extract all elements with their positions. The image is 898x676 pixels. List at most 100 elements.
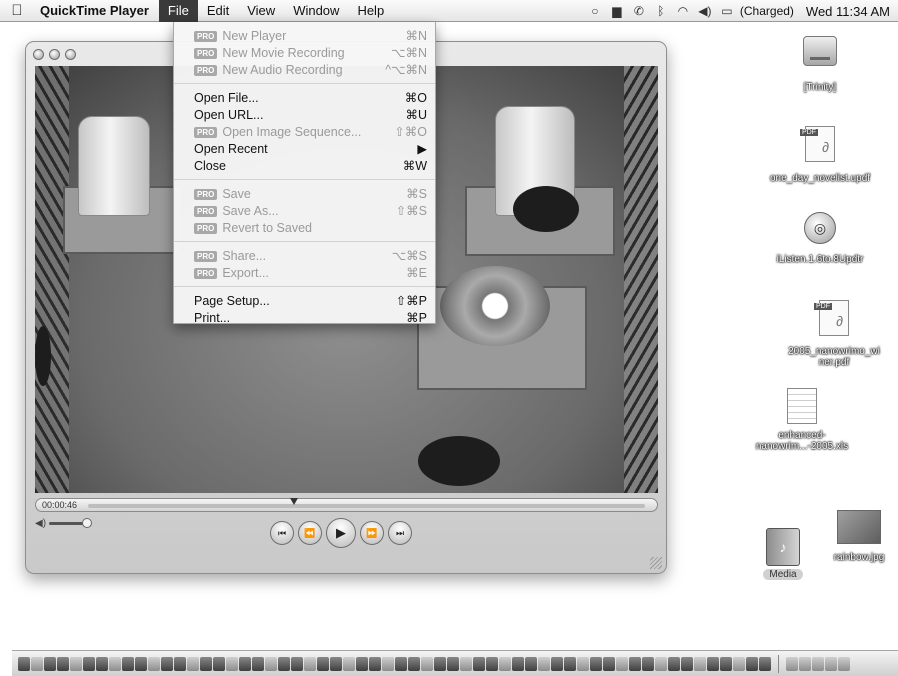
- dock-app-icon[interactable]: [70, 656, 82, 671]
- dock-minimized-icon[interactable]: [825, 656, 837, 671]
- dock-app-icon[interactable]: [707, 656, 719, 671]
- dock-app-icon[interactable]: [18, 656, 30, 671]
- dock-app-icon[interactable]: [408, 656, 420, 671]
- dock-app-icon[interactable]: [434, 656, 446, 671]
- menu-item-new-audio-recording[interactable]: PRO New Audio Recording ^⌥⌘N: [174, 62, 435, 79]
- dock-app-icon[interactable]: [83, 656, 95, 671]
- dock-app-icon[interactable]: [161, 656, 173, 671]
- dock-minimized-icon[interactable]: [812, 656, 824, 671]
- dock-app-icon[interactable]: [265, 656, 277, 671]
- display-icon[interactable]: ▆: [606, 4, 628, 18]
- menu-app-name[interactable]: QuickTime Player: [34, 0, 159, 22]
- dock-app-icon[interactable]: [629, 656, 641, 671]
- menu-window[interactable]: Window: [284, 0, 348, 22]
- menu-item-open-image-sequence[interactable]: PRO Open Image Sequence... ⇧⌘O: [174, 124, 435, 141]
- go-to-start-button[interactable]: ⏮: [270, 521, 294, 545]
- dock-app-icon[interactable]: [213, 656, 225, 671]
- spotlight-icon[interactable]: ○: [584, 4, 606, 18]
- menu-item-close[interactable]: Close ⌘W: [174, 158, 435, 175]
- dock-app-icon[interactable]: [148, 656, 160, 671]
- wifi-icon[interactable]: ◠: [672, 4, 694, 18]
- play-button[interactable]: ▶: [326, 518, 356, 548]
- dock-app-icon[interactable]: [174, 656, 186, 671]
- dock-app-icon[interactable]: [499, 656, 511, 671]
- dock-app-icon[interactable]: [57, 656, 69, 671]
- playhead[interactable]: [290, 498, 299, 505]
- dock-app-icon[interactable]: [109, 656, 121, 671]
- apple-icon[interactable]: : [0, 2, 34, 19]
- menu-item-page-setup[interactable]: Page Setup... ⇧⌘P: [174, 293, 435, 310]
- dock-app-icon[interactable]: [694, 656, 706, 671]
- dock-app-icon[interactable]: [746, 656, 758, 671]
- desktop-icon-one-day-novelist[interactable]: PDF ∂ one_day_novelist.updf: [754, 126, 886, 184]
- dock-app-icon[interactable]: [31, 656, 43, 671]
- dock-minimized-icon[interactable]: [786, 656, 798, 671]
- dock-app-icon[interactable]: [122, 656, 134, 671]
- close-window-button[interactable]: [33, 49, 44, 60]
- dock-app-icon[interactable]: [239, 656, 251, 671]
- dock-app-icon[interactable]: [603, 656, 615, 671]
- resize-grip-icon[interactable]: [650, 557, 662, 569]
- battery-icon[interactable]: ▭: [716, 4, 738, 18]
- trash-icon[interactable]: [838, 656, 850, 671]
- menu-item-share[interactable]: PRO Share... ⌥⌘S: [174, 248, 435, 265]
- menu-item-save-as[interactable]: PRO Save As... ⇧⌘S: [174, 203, 435, 220]
- dock-app-icon[interactable]: [369, 656, 381, 671]
- menu-clock[interactable]: Wed 11:34 AM: [800, 4, 898, 19]
- dock-app-icon[interactable]: [590, 656, 602, 671]
- menu-item-open-url[interactable]: Open URL... ⌘U: [174, 107, 435, 124]
- desktop-icon-enhanced-xls[interactable]: enhanced- nanowrim...-2005.xls: [752, 388, 852, 452]
- menu-item-new-movie-recording[interactable]: PRO New Movie Recording ⌥⌘N: [174, 45, 435, 62]
- desktop-icon-rainbow[interactable]: rainbow.jpg: [820, 510, 898, 563]
- volume-knob[interactable]: [82, 518, 93, 528]
- dock-app-icon[interactable]: [304, 656, 316, 671]
- minimize-window-button[interactable]: [49, 49, 60, 60]
- menu-item-open-file[interactable]: Open File... ⌘O: [174, 90, 435, 107]
- menu-item-open-recent[interactable]: Open Recent ▶: [174, 141, 435, 158]
- bluetooth-icon[interactable]: ᛒ: [650, 4, 672, 18]
- dock-app-icon[interactable]: [356, 656, 368, 671]
- dock-app-icon[interactable]: [226, 656, 238, 671]
- fast-forward-button[interactable]: ⏩: [360, 521, 384, 545]
- desktop-icon-nanowrimo-pdf[interactable]: PDF ∂ 2005_nanowrimo_wi ner.pdf: [770, 300, 898, 368]
- menu-view[interactable]: View: [238, 0, 284, 22]
- dock-app-icon[interactable]: [382, 656, 394, 671]
- dock-app-icon[interactable]: [486, 656, 498, 671]
- dock-app-icon[interactable]: [512, 656, 524, 671]
- dock-app-icon[interactable]: [538, 656, 550, 671]
- rewind-button[interactable]: ⏪: [298, 521, 322, 545]
- timeline-bar[interactable]: 00:00:46: [35, 498, 658, 512]
- dock-app-icon[interactable]: [252, 656, 264, 671]
- dock-app-icon[interactable]: [343, 656, 355, 671]
- dock-app-icon[interactable]: [460, 656, 472, 671]
- menu-edit[interactable]: Edit: [198, 0, 238, 22]
- menu-help[interactable]: Help: [348, 0, 393, 22]
- phone-icon[interactable]: ✆: [628, 4, 650, 18]
- dock-app-icon[interactable]: [291, 656, 303, 671]
- dock-app-icon[interactable]: [551, 656, 563, 671]
- dock-app-icon[interactable]: [616, 656, 628, 671]
- dock-app-icon[interactable]: [473, 656, 485, 671]
- dock-app-icon[interactable]: [525, 656, 537, 671]
- menu-file[interactable]: File: [158, 0, 198, 22]
- volume-slider[interactable]: [49, 518, 93, 528]
- dock-app-icon[interactable]: [44, 656, 56, 671]
- dock-app-icon[interactable]: [200, 656, 212, 671]
- dock-app-icon[interactable]: [96, 656, 108, 671]
- desktop-icon-media[interactable]: ♪ Media: [758, 528, 808, 580]
- dock-app-icon[interactable]: [681, 656, 693, 671]
- dock-app-icon[interactable]: [759, 656, 771, 671]
- dock-app-icon[interactable]: [642, 656, 654, 671]
- dock-app-icon[interactable]: [395, 656, 407, 671]
- dock-app-icon[interactable]: [187, 656, 199, 671]
- menu-item-export[interactable]: PRO Export... ⌘E: [174, 265, 435, 282]
- menu-item-new-player[interactable]: PRO New Player ⌘N: [174, 28, 435, 45]
- dock-app-icon[interactable]: [421, 656, 433, 671]
- dock-app-icon[interactable]: [733, 656, 745, 671]
- dock-app-icon[interactable]: [564, 656, 576, 671]
- desktop-icon-ilisten[interactable]: ◎ iListen.1.6to.8Updtr: [754, 212, 886, 265]
- dock-app-icon[interactable]: [317, 656, 329, 671]
- dock-app-icon[interactable]: [447, 656, 459, 671]
- zoom-window-button[interactable]: [65, 49, 76, 60]
- dock-app-icon[interactable]: [668, 656, 680, 671]
